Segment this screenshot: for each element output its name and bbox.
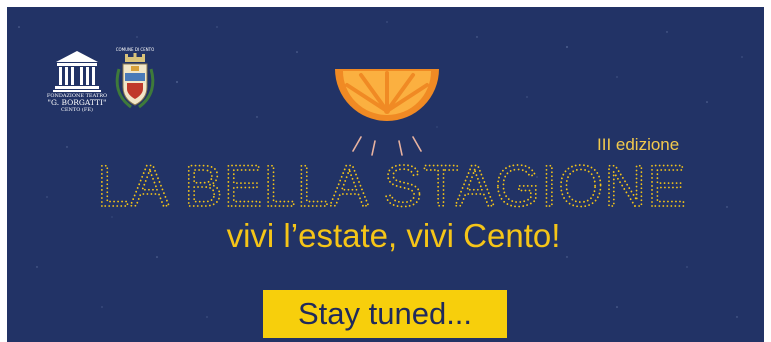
- comune-di-cento-logo: COMUNE DI CENTO: [111, 47, 159, 115]
- stay-tuned-button[interactable]: Stay tuned...: [263, 290, 507, 338]
- event-title: LA BELLA STAGIONE: [96, 155, 687, 215]
- coat-of-arms-icon: [115, 53, 155, 109]
- teatro-borgatti-logo: FONDAZIONE TEATRO "G. BORGATTI" CENTO (FE): [47, 49, 107, 119]
- event-tagline: vivi l’estate, vivi Cento!: [226, 217, 561, 254]
- teatro-logo-caption: FONDAZIONE TEATRO "G. BORGATTI" CENTO (FE): [45, 93, 109, 113]
- teatro-logo-line3: CENTO (FE): [61, 107, 93, 113]
- orange-slice-icon: [335, 69, 439, 156]
- event-banner: FONDAZIONE TEATRO "G. BORGATTI" CENTO (FE)…: [7, 7, 764, 342]
- teatro-logo-line2: "G. BORGATTI": [47, 98, 107, 107]
- theatre-building-icon: [53, 51, 101, 92]
- comune-logo-caption: COMUNE DI CENTO: [115, 47, 155, 52]
- event-title-text: LA BELLA STAGIONE: [97, 155, 687, 215]
- edition-label: III edizione: [597, 135, 680, 154]
- page-frame: FONDAZIONE TEATRO "G. BORGATTI" CENTO (FE)…: [0, 0, 771, 342]
